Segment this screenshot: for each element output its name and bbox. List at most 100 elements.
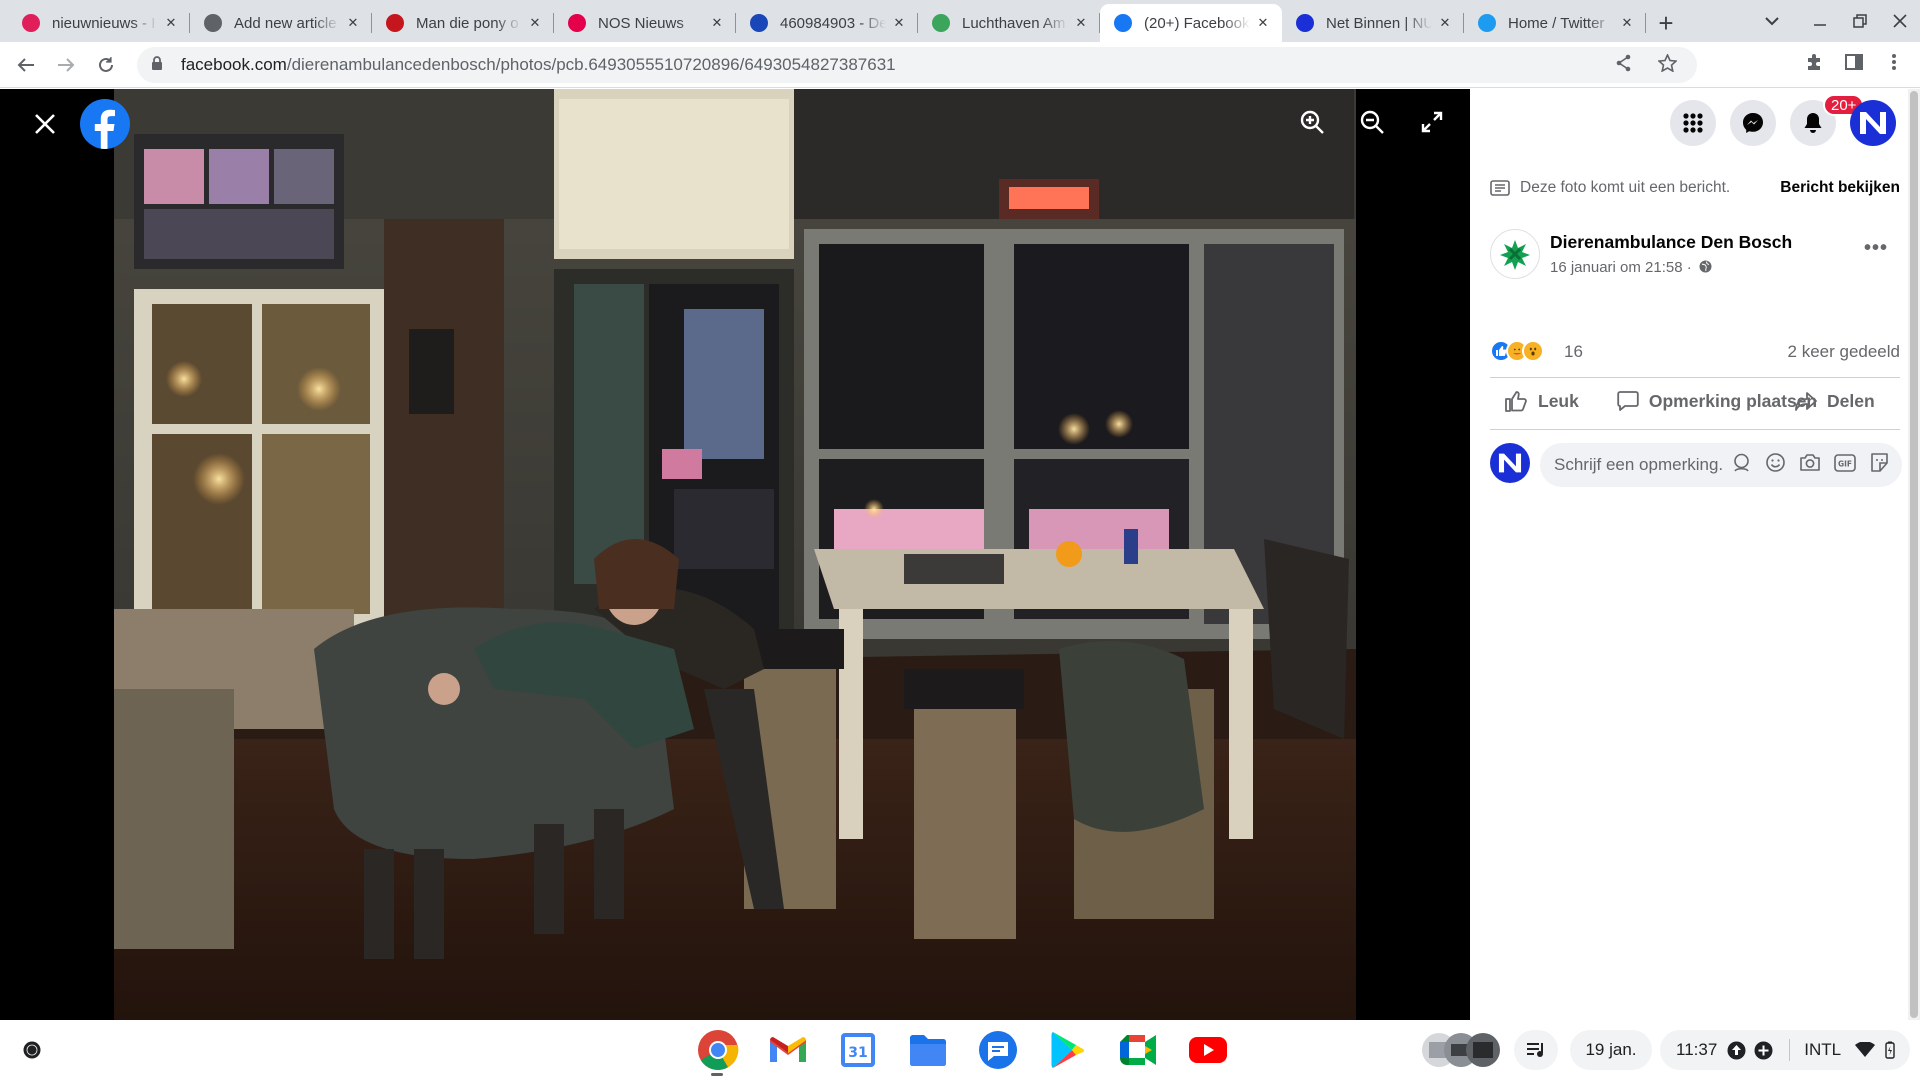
calendar-icon[interactable]: 31 [834, 1028, 881, 1072]
browser-tab[interactable]: Luchthaven Am ✕ [918, 4, 1100, 42]
browser-tab[interactable]: Man die pony o ✕ [372, 4, 554, 42]
tab-close-icon[interactable]: ✕ [1072, 15, 1090, 31]
restore-icon[interactable] [1840, 0, 1880, 42]
date-tray[interactable]: 19 jan. [1570, 1030, 1652, 1070]
messages-icon[interactable] [974, 1028, 1021, 1072]
play-store-icon[interactable] [1044, 1028, 1091, 1072]
reaction-icons[interactable] [1490, 340, 1544, 362]
launcher-button[interactable] [14, 1032, 50, 1068]
tab-close-icon[interactable]: ✕ [162, 15, 180, 31]
tab-title: 460984903 - De [780, 14, 886, 32]
divider [1490, 429, 1900, 430]
post-time-link[interactable]: 16 januari om 21:58 · [1550, 259, 1692, 276]
gmail-icon[interactable] [764, 1028, 811, 1072]
address-bar[interactable]: facebook.com/dierenambulancedenbosch/pho… [137, 47, 1697, 83]
tray-divider [1789, 1039, 1791, 1061]
px-icon [932, 14, 950, 32]
account-avatar[interactable] [1850, 100, 1896, 146]
twitter-icon [1478, 14, 1496, 32]
photo-from-post-notice: Deze foto komt uit een bericht. Bericht … [1490, 175, 1900, 201]
minimize-icon[interactable] [1800, 0, 1840, 42]
share-icon[interactable] [1616, 54, 1632, 77]
photo-pony-in-cafe[interactable] [114, 89, 1356, 1020]
nu-icon [1296, 14, 1314, 32]
media-controls-icon[interactable] [1514, 1030, 1558, 1070]
tab-close-icon[interactable]: ✕ [890, 15, 908, 31]
facebook-logo-icon[interactable] [80, 99, 130, 149]
page-scrollbar[interactable] [1908, 89, 1920, 1020]
browser-tab[interactable]: Home / Twitter ✕ [1464, 4, 1646, 42]
lock-icon[interactable] [151, 56, 169, 74]
gif-icon[interactable]: GIF [1834, 453, 1856, 477]
thumbs-up-icon [1505, 391, 1527, 412]
page-avatar[interactable] [1490, 229, 1540, 279]
meet-icon[interactable] [1114, 1028, 1161, 1072]
reaction-count[interactable]: 16 [1564, 342, 1583, 362]
chrome-icon[interactable] [694, 1028, 741, 1076]
menu-grid-icon[interactable] [1670, 100, 1716, 146]
post-author: Dierenambulance Den Bosch 16 januari om … [1490, 229, 1900, 289]
bookmark-star-icon[interactable] [1657, 52, 1678, 77]
tab-title: (20+) Facebook [1144, 14, 1250, 32]
browser-tab[interactable]: nieuwnieuws - I ✕ [8, 4, 190, 42]
avatar-sticker-icon[interactable] [1731, 452, 1752, 478]
fullscreen-icon[interactable] [1414, 104, 1450, 140]
news-icon [386, 14, 404, 32]
tab-close-icon[interactable]: ✕ [344, 15, 362, 31]
tab-close-icon[interactable]: ✕ [1254, 15, 1272, 31]
reload-icon[interactable] [88, 47, 124, 83]
tab-close-icon[interactable]: ✕ [1618, 15, 1636, 31]
extensions-icon[interactable] [1794, 53, 1834, 77]
zoom-out-icon[interactable] [1354, 104, 1390, 140]
comment-placeholder: Schrijf een opmerking... [1554, 455, 1722, 474]
tab-separator [1645, 13, 1646, 33]
url-path: /dierenambulancedenbosch/photos/pcb.6493… [286, 55, 896, 74]
youtube-icon[interactable] [1184, 1028, 1231, 1072]
status-area[interactable]: 11:37 INTL [1660, 1030, 1910, 1070]
share-button[interactable]: Delen [1795, 391, 1875, 412]
back-icon[interactable] [8, 47, 44, 83]
close-viewer-button[interactable] [26, 105, 64, 143]
browser-tab[interactable]: Net Binnen | NU ✕ [1282, 4, 1464, 42]
browser-tab[interactable]: Add new article ✕ [190, 4, 372, 42]
post-options-icon[interactable]: ••• [1864, 237, 1888, 260]
side-panel-icon[interactable] [1834, 54, 1874, 76]
new-tab-button[interactable]: + [1646, 4, 1686, 42]
commenter-avatar[interactable] [1490, 443, 1530, 483]
close-window-icon[interactable] [1880, 0, 1920, 42]
url-host: facebook.com [181, 55, 287, 74]
camera-icon[interactable] [1799, 453, 1821, 477]
running-indicator [711, 1073, 723, 1076]
comment-composer: Schrijf een opmerking... GIF [1490, 443, 1908, 489]
menu-kebab-icon[interactable] [1874, 54, 1914, 76]
like-button[interactable]: Leuk [1504, 390, 1579, 412]
tab-close-icon[interactable]: ✕ [526, 15, 544, 31]
holding-space-thumbnails[interactable] [1418, 1030, 1504, 1070]
files-icon[interactable] [904, 1028, 951, 1072]
browser-tab[interactable]: 460984903 - De ✕ [736, 4, 918, 42]
battery-charging-icon [1885, 1041, 1895, 1059]
comment-button[interactable]: Opmerking plaatsen [1617, 390, 1817, 412]
browser-tab[interactable]: NOS Nieuws ✕ [554, 4, 736, 42]
forward-icon[interactable] [48, 47, 84, 83]
add-icon [1754, 1041, 1773, 1059]
tab-close-icon[interactable]: ✕ [708, 15, 726, 31]
tab-close-icon[interactable]: ✕ [1436, 15, 1454, 31]
zoom-in-icon[interactable] [1294, 104, 1330, 140]
comment-input[interactable]: Schrijf een opmerking... GIF [1540, 443, 1902, 487]
messenger-icon[interactable] [1730, 100, 1776, 146]
slack-icon [22, 14, 40, 32]
pinned-apps: 31 [694, 1028, 1231, 1076]
view-post-link[interactable]: Bericht bekijken [1780, 179, 1900, 197]
scrollbar-thumb[interactable] [1910, 91, 1918, 1018]
tab-search-icon[interactable] [1752, 0, 1792, 42]
emoji-icon[interactable] [1765, 452, 1786, 478]
page-name-link[interactable]: Dierenambulance Den Bosch [1550, 232, 1792, 253]
post-side-panel: 20+ Deze foto komt uit een bericht. Beri… [1470, 89, 1908, 1020]
sticker-icon[interactable] [1869, 452, 1890, 478]
tab-title: nieuwnieuws - I [52, 14, 156, 32]
share-count[interactable]: 2 keer gedeeld [1788, 342, 1900, 362]
wow-reaction-icon [1522, 340, 1544, 362]
browser-tab[interactable]: (20+) Facebook ✕ [1100, 4, 1282, 42]
globe-icon [204, 14, 222, 32]
